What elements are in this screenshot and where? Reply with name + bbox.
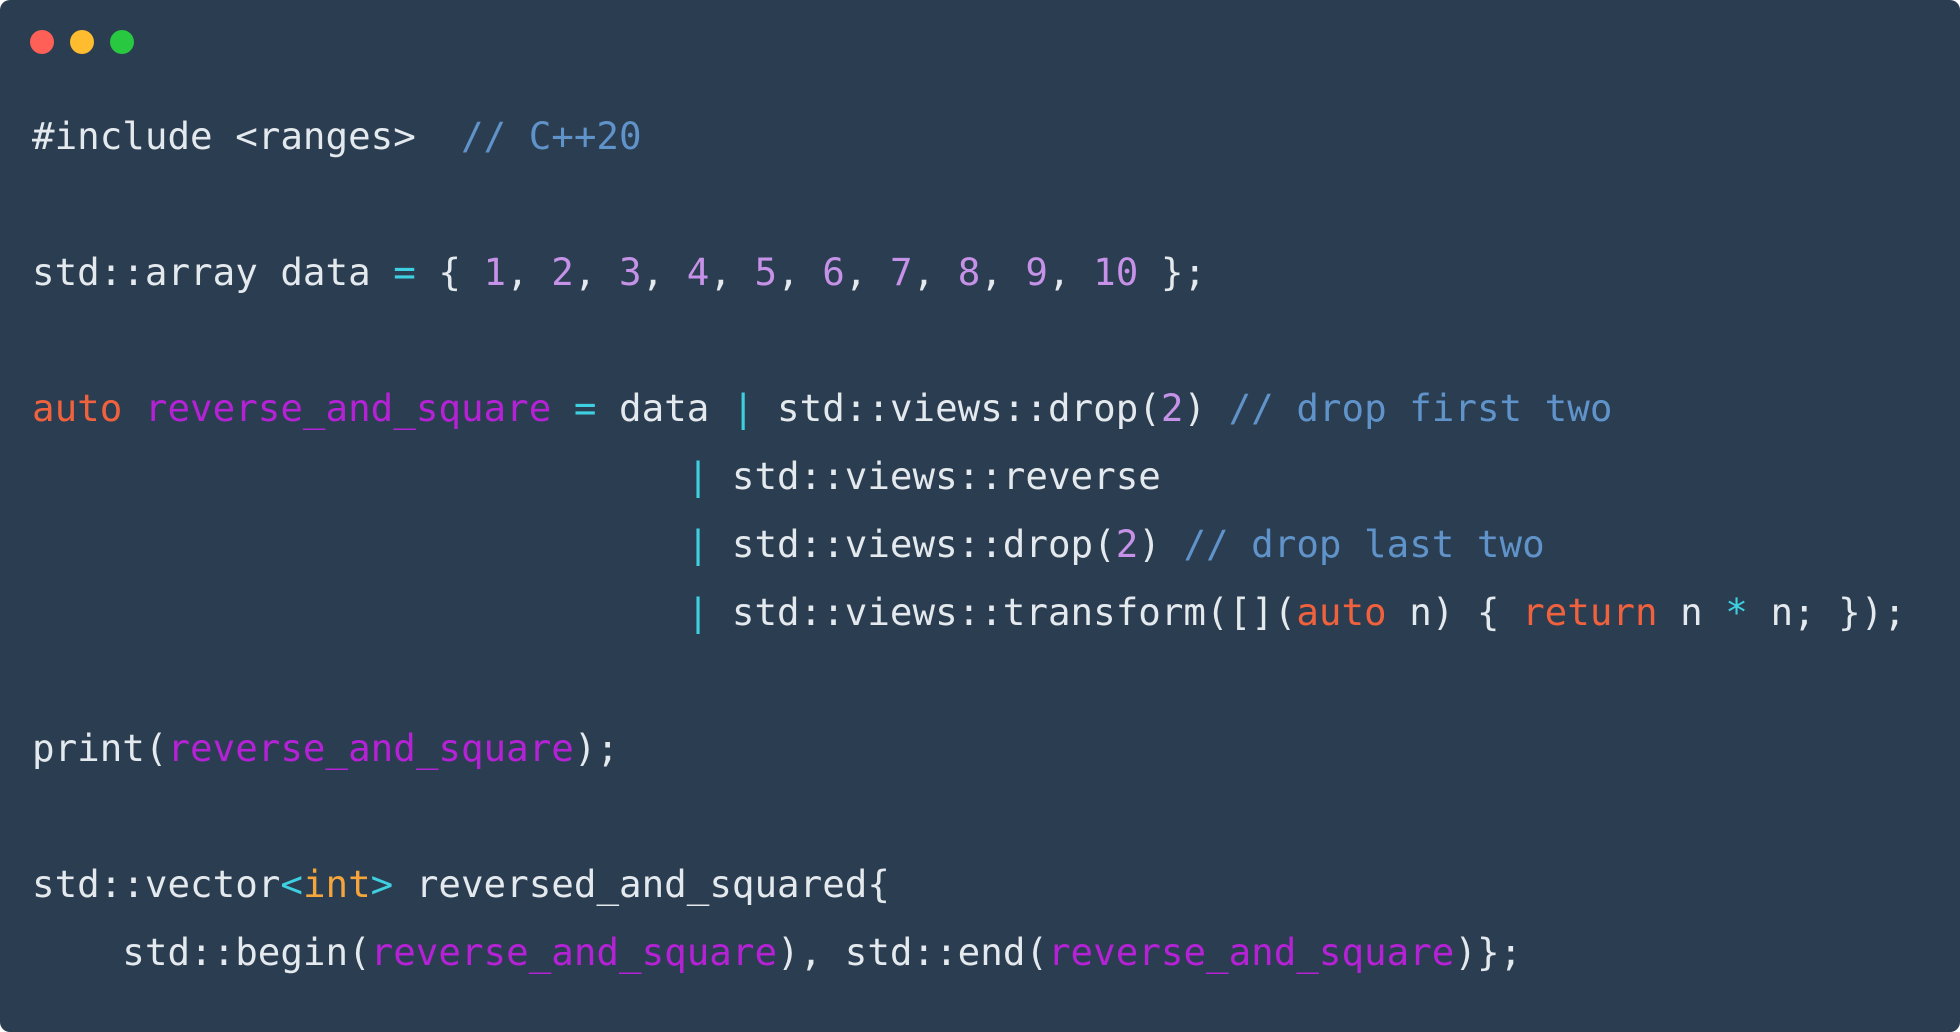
code-token-op: |: [686, 454, 710, 498]
code-token-default: std::begin(: [32, 930, 371, 974]
code-line: #include <ranges> // C++20: [32, 112, 642, 160]
code-token-default: std::array data: [32, 250, 394, 294]
code-token-default: ,: [1048, 250, 1094, 294]
code-token-op: |: [686, 522, 710, 566]
code-token-number: 10: [1093, 250, 1139, 294]
code-line: | std::views::drop(2) // drop last two: [32, 520, 1545, 568]
code-token-op: >: [370, 862, 394, 906]
code-token-ident: reverse_and_square: [144, 386, 552, 430]
code-token-comment: // C++20: [460, 114, 642, 158]
code-token-default: #include <ranges>: [32, 114, 416, 158]
code-line: | std::views::reverse: [32, 452, 1161, 500]
code-token-default: [32, 454, 687, 498]
code-line: std::begin(reverse_and_square), std::end…: [32, 928, 1522, 976]
zoom-button[interactable]: [110, 30, 134, 54]
code-token-default: reversed_and_squared{: [393, 862, 890, 906]
code-line: std::array data = { 1, 2, 3, 4, 5, 6, 7,…: [32, 248, 1206, 296]
code-token-ident: reverse_and_square: [1047, 930, 1455, 974]
window-controls: [30, 30, 134, 54]
code-token-default: ,: [844, 250, 890, 294]
code-token-number: 8: [957, 250, 981, 294]
code-token-op: =: [573, 386, 597, 430]
code-token-number: 2: [1160, 386, 1184, 430]
code-line: print(reverse_and_square);: [32, 724, 619, 772]
code-token-default: std::vector: [32, 862, 281, 906]
code-token-op: <: [280, 862, 303, 906]
code-token-default: {: [415, 250, 484, 294]
code-token-default: ,: [709, 250, 755, 294]
code-token-number: 1: [483, 250, 507, 294]
code-token-default: std::views::reverse: [709, 454, 1161, 498]
code-line: auto reverse_and_square = data | std::vi…: [32, 384, 1612, 432]
code-line: | std::views::transform([](auto n) { ret…: [32, 588, 1906, 636]
code-token-keyword: auto: [1296, 590, 1387, 634]
code-token-ident: reverse_and_square: [167, 726, 574, 770]
code-token-number: 2: [1115, 522, 1139, 566]
code-token-default: ,: [641, 250, 687, 294]
code-token-default: );: [573, 726, 620, 770]
code-token-default: std::views::transform([](: [709, 590, 1297, 634]
code-token-number: 9: [1025, 250, 1048, 294]
code-token-comment: // drop first two: [1228, 386, 1613, 430]
code-token-default: n) {: [1386, 590, 1523, 634]
close-button[interactable]: [30, 30, 54, 54]
code-token-default: [32, 590, 687, 634]
code-token-default: n; });: [1747, 590, 1906, 634]
code-token-op: |: [686, 590, 710, 634]
code-token-op: =: [393, 250, 416, 294]
code-token-default: ,: [506, 250, 552, 294]
code-token-keyword: auto: [32, 386, 123, 430]
code-token-op: |: [731, 386, 755, 430]
code-token-default: ,: [912, 250, 958, 294]
code-token-ident: reverse_and_square: [370, 930, 778, 974]
code-token-default: std::views::drop(: [754, 386, 1161, 430]
code-token-default: ,: [777, 250, 823, 294]
code-token-default: data: [596, 386, 732, 430]
code-token-default: ,: [980, 250, 1026, 294]
code-token-number: 2: [551, 250, 574, 294]
code-token-default: ): [1138, 522, 1184, 566]
minimize-button[interactable]: [70, 30, 94, 54]
code-token-op: *: [1725, 590, 1748, 634]
code-token-default: print(: [32, 726, 168, 770]
code-token-comment: // drop last two: [1183, 522, 1545, 566]
code-token-default: };: [1138, 250, 1207, 294]
code-window: #include <ranges> // C++20std::array dat…: [0, 0, 1960, 1032]
code-token-type: int: [302, 862, 371, 906]
code-token-default: [122, 386, 145, 430]
code-token-default: ), std::end(: [777, 930, 1048, 974]
code-token-default: [416, 114, 461, 158]
code-token-default: std::views::drop(: [709, 522, 1116, 566]
code-token-number: 4: [686, 250, 710, 294]
code-token-default: [32, 522, 687, 566]
code-token-number: 6: [822, 250, 845, 294]
code-token-default: ,: [573, 250, 620, 294]
code-token-default: [551, 386, 574, 430]
code-token-default: ): [1183, 386, 1229, 430]
code-token-default: n: [1657, 590, 1726, 634]
code-token-number: 3: [619, 250, 642, 294]
code-token-number: 5: [754, 250, 778, 294]
code-token-keyword: return: [1522, 590, 1658, 634]
code-line: std::vector<int> reversed_and_squared{: [32, 860, 890, 908]
code-token-number: 7: [889, 250, 913, 294]
code-token-default: )};: [1454, 930, 1523, 974]
